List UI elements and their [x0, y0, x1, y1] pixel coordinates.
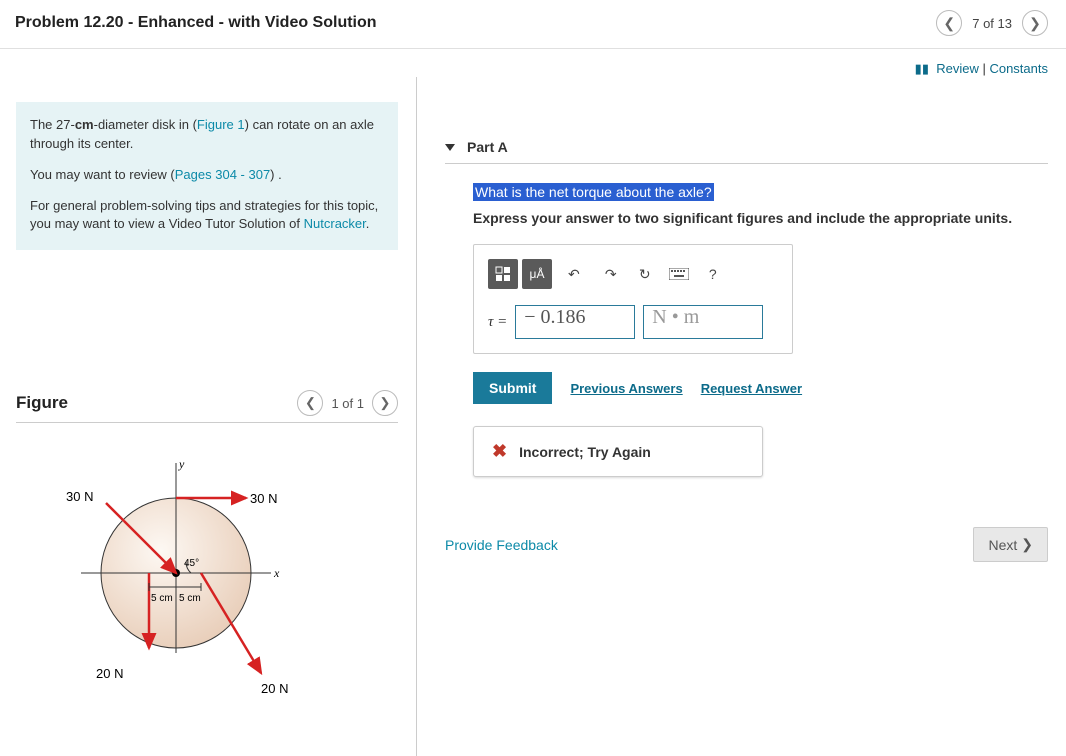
context-box: The 27-cm-diameter disk in (Figure 1) ca… — [16, 102, 398, 250]
svg-text:20 N: 20 N — [261, 681, 288, 696]
figure-1-link[interactable]: Figure 1 — [197, 117, 245, 132]
svg-text:x: x — [273, 566, 280, 580]
nutcracker-link[interactable]: Nutcracker — [304, 216, 366, 231]
part-a-header[interactable]: Part A — [445, 139, 1048, 164]
submit-button[interactable]: Submit — [473, 372, 552, 404]
top-links: ▮▮ Review | Constants — [0, 49, 1066, 77]
answer-panel: μÅ ↶ ↷ ↻ ? τ = − 0.186 N • m — [473, 244, 793, 354]
figure-diagram: y x 30 N 30 N 45° 20 N — [16, 453, 398, 716]
previous-answers-link[interactable]: Previous Answers — [570, 381, 682, 396]
question-text: What is the net torque about the axle? — [473, 183, 714, 201]
figure-count: 1 of 1 — [331, 396, 364, 411]
figure-prev-button[interactable]: ❮ — [297, 390, 323, 416]
help-button[interactable]: ? — [698, 259, 728, 289]
answer-value-input[interactable]: − 0.186 — [515, 305, 635, 339]
incorrect-icon: ✖ — [492, 441, 507, 462]
page-title: Problem 12.20 - Enhanced - with Video So… — [15, 14, 377, 32]
request-answer-link[interactable]: Request Answer — [701, 381, 802, 396]
problem-nav: ❮ 7 of 13 ❯ — [936, 10, 1048, 36]
units-tool-button[interactable]: μÅ — [522, 259, 552, 289]
tau-label: τ = — [488, 314, 507, 331]
provide-feedback-link[interactable]: Provide Feedback — [445, 537, 558, 553]
feedback-box: ✖ Incorrect; Try Again — [473, 426, 763, 477]
book-icon: ▮▮ — [915, 61, 929, 76]
answer-unit-input[interactable]: N • m — [643, 305, 763, 339]
instruction-text: Express your answer to two significant f… — [473, 210, 1048, 226]
review-link[interactable]: Review — [936, 61, 979, 76]
prev-problem-button[interactable]: ❮ — [936, 10, 962, 36]
svg-text:45°: 45° — [184, 558, 199, 569]
svg-text:5 cm: 5 cm — [151, 593, 173, 604]
undo-button[interactable]: ↶ — [556, 259, 592, 289]
template-tool-button[interactable] — [488, 259, 518, 289]
svg-text:30 N: 30 N — [250, 491, 277, 506]
chevron-right-icon: ❯ — [1021, 536, 1033, 553]
part-title: Part A — [467, 139, 508, 155]
redo-button[interactable]: ↷ — [596, 259, 626, 289]
next-problem-button[interactable]: ❯ — [1022, 10, 1048, 36]
reset-button[interactable]: ↻ — [630, 259, 660, 289]
collapse-caret-icon — [445, 144, 455, 151]
problem-count: 7 of 13 — [972, 16, 1012, 31]
keyboard-button[interactable] — [664, 259, 694, 289]
figure-heading: Figure — [16, 393, 68, 413]
pages-link[interactable]: Pages 304 - 307 — [175, 167, 270, 182]
figure-next-button[interactable]: ❯ — [372, 390, 398, 416]
constants-link[interactable]: Constants — [989, 61, 1048, 76]
svg-text:5 cm: 5 cm — [179, 593, 201, 604]
next-button[interactable]: Next ❯ — [973, 527, 1048, 562]
feedback-text: Incorrect; Try Again — [519, 444, 651, 460]
svg-text:30 N: 30 N — [66, 489, 93, 504]
svg-text:20 N: 20 N — [96, 666, 123, 681]
svg-text:y: y — [178, 457, 185, 471]
